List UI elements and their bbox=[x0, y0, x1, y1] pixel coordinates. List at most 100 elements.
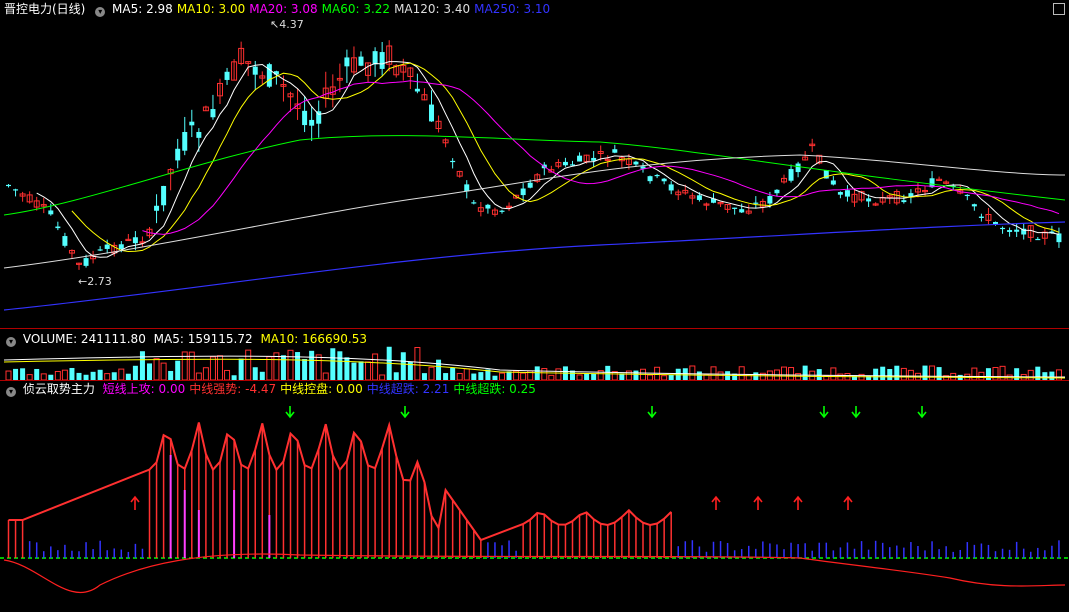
low-price-label: ←2.73 bbox=[78, 275, 112, 288]
up-arrow-icon bbox=[711, 495, 721, 510]
candle-body bbox=[309, 119, 315, 126]
indicator-legend-item: 中线控盘: 0.00 bbox=[280, 382, 363, 396]
ma250-line bbox=[3, 221, 1066, 311]
price-panel[interactable]: 晋控电力(日线) ▾ MA5: 2.98 MA10: 3.00 MA20: 3.08… bbox=[0, 0, 1069, 327]
candle-body bbox=[901, 200, 907, 203]
volume-bar bbox=[816, 369, 822, 380]
volume-bar bbox=[365, 361, 372, 380]
candle-body bbox=[464, 184, 470, 192]
volume-bar bbox=[633, 370, 639, 380]
volume-bar bbox=[654, 366, 661, 380]
candle-body bbox=[161, 185, 167, 206]
volume-bar bbox=[520, 372, 527, 380]
candle-body bbox=[795, 163, 801, 173]
volume-bar bbox=[894, 365, 900, 380]
down-arrow-icon bbox=[819, 406, 829, 419]
ma-legend: MA5: 2.98 MA10: 3.00 MA20: 3.08 MA60: 3.22 M… bbox=[112, 2, 554, 16]
volume-bar bbox=[873, 368, 879, 380]
volume-bar bbox=[400, 352, 406, 380]
candle-body bbox=[266, 64, 272, 87]
volume-bar bbox=[738, 366, 745, 380]
volume-panel[interactable]: ▾ VOLUME: 241111.80 MA5: 159115.72 MA10:… bbox=[0, 330, 1069, 380]
candle-body bbox=[379, 52, 385, 69]
candle-body bbox=[788, 169, 794, 181]
candle-body bbox=[118, 244, 124, 250]
candle-body bbox=[978, 216, 984, 218]
volume-bar bbox=[541, 368, 548, 380]
candle-body bbox=[132, 237, 138, 244]
maximize-icon[interactable] bbox=[1053, 3, 1065, 15]
candle-body bbox=[13, 189, 19, 191]
candle-body bbox=[753, 202, 759, 204]
chevron-down-icon[interactable]: ▾ bbox=[95, 7, 106, 17]
volume-bar bbox=[922, 365, 928, 380]
volume-bar bbox=[830, 367, 837, 380]
chevron-down-icon[interactable]: ▾ bbox=[6, 387, 16, 397]
volume-bar bbox=[54, 370, 61, 380]
candle-body bbox=[654, 174, 660, 177]
indicator-chart[interactable] bbox=[0, 380, 1069, 612]
volume-bar bbox=[5, 370, 12, 380]
up-arrow-icon bbox=[843, 495, 853, 510]
candle-body bbox=[97, 249, 103, 251]
candle-body bbox=[429, 104, 434, 122]
up-arrow-icon bbox=[793, 495, 803, 510]
indicator-legend-item: 中线超跌: 0.25 bbox=[453, 382, 536, 396]
volume-bar bbox=[315, 354, 322, 380]
volume-bar bbox=[436, 359, 442, 380]
down-arrow-icon bbox=[400, 406, 410, 419]
volume-ma10: MA10: 166690.53 bbox=[260, 332, 368, 346]
volume-bar bbox=[351, 362, 357, 380]
candle-body bbox=[182, 132, 188, 151]
up-arrow-icon bbox=[130, 495, 140, 510]
volume-bar bbox=[985, 368, 991, 380]
volume-bar bbox=[788, 367, 795, 380]
volume-bar bbox=[132, 365, 138, 380]
volume-bar bbox=[61, 369, 68, 380]
indicator-panel[interactable]: ▾ 侦云取势主力 短线上攻: 0.00 中线强势: -4.47 中线控盘: 0.00… bbox=[0, 380, 1069, 612]
volume-bar bbox=[252, 367, 258, 380]
volume-value: VOLUME: 241111.80 bbox=[22, 332, 146, 346]
volume-bar bbox=[309, 350, 315, 380]
indicator-legend: ▾ 侦云取势主力 短线上攻: 0.00 中线强势: -4.47 中线控盘: 0.00… bbox=[4, 382, 544, 397]
chevron-down-icon[interactable]: ▾ bbox=[6, 337, 16, 347]
ma-legend-item: MA10: 3.00 bbox=[176, 2, 246, 16]
candle-body bbox=[774, 189, 780, 194]
indicator-items: 短线上攻: 0.00 中线强势: -4.47 中线控盘: 0.00 中线超跌: 2.2… bbox=[103, 382, 540, 396]
volume-bar bbox=[224, 369, 231, 380]
candle-body bbox=[62, 236, 68, 246]
volume-bar bbox=[69, 367, 75, 380]
volume-bar bbox=[344, 357, 350, 380]
volume-bar bbox=[302, 359, 308, 380]
volume-bar bbox=[499, 372, 505, 380]
ma5-line bbox=[36, 61, 1060, 258]
candle-body bbox=[1000, 227, 1006, 230]
candle-body bbox=[414, 88, 420, 92]
indicator-legend-item: 中线超跌: 2.21 bbox=[366, 382, 450, 396]
indicator-legend-item: 短线上攻: 0.00 bbox=[102, 382, 186, 396]
up-arrow-icon bbox=[753, 495, 763, 510]
volume-bar bbox=[992, 367, 999, 380]
ma-legend-item: MA5: 2.98 bbox=[112, 2, 173, 16]
ma-legend-item: MA60: 3.22 bbox=[321, 2, 391, 16]
down-arrow-icon bbox=[647, 406, 657, 419]
panel-divider[interactable] bbox=[0, 328, 1069, 329]
volume-bar bbox=[753, 372, 759, 380]
candle-body bbox=[612, 149, 618, 153]
candle-body bbox=[964, 194, 970, 197]
candle-body bbox=[633, 161, 639, 165]
candle-body bbox=[647, 176, 653, 182]
candlestick-chart[interactable] bbox=[0, 0, 1069, 327]
candle-body bbox=[971, 204, 977, 207]
ma-legend-item: MA250: 3.10 bbox=[474, 2, 551, 16]
down-arrow-icon bbox=[285, 406, 295, 419]
ma120-line bbox=[3, 154, 1066, 269]
volume-bar bbox=[76, 372, 82, 380]
volume-bar bbox=[887, 368, 893, 380]
candle-body bbox=[837, 192, 843, 195]
volume-ma5: MA5: 159115.72 bbox=[153, 332, 253, 346]
volume-bar bbox=[1055, 369, 1062, 380]
volume-bar bbox=[1049, 371, 1055, 380]
price-legend: 晋控电力(日线) ▾ MA5: 2.98 MA10: 3.00 MA20: 3.08… bbox=[4, 2, 558, 17]
volume-bar bbox=[160, 362, 167, 380]
